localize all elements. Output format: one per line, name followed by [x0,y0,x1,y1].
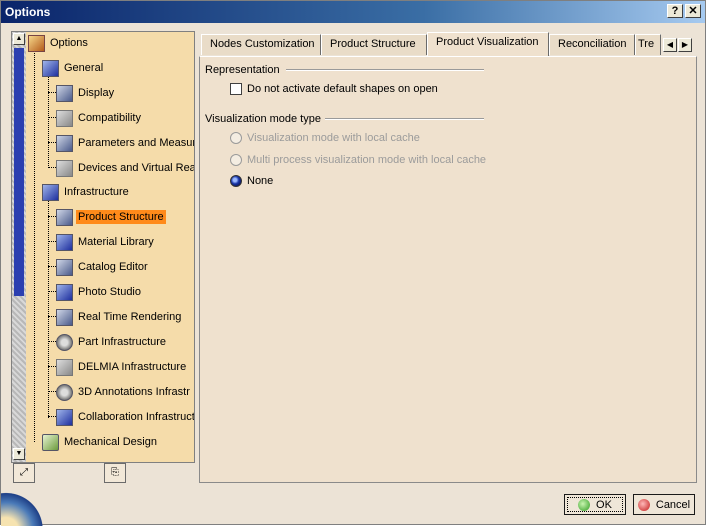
scroll-down-icon[interactable]: ▼ [13,448,25,460]
tree-item-parameters[interactable]: Parameters and Measure [56,134,194,152]
tree-item-display[interactable]: Display [56,84,116,102]
catalog-editor-icon [56,258,73,276]
radio-dot[interactable] [230,154,242,166]
title-bar: Options ? ✕ [1,1,705,23]
tree-item-compatibility[interactable]: Compatibility [56,109,143,127]
display-icon [56,84,73,102]
general-icon [42,59,59,77]
tab-reconciliation[interactable]: Reconciliation [549,34,635,55]
collaboration-icon [56,408,73,426]
tree-tool-button-2[interactable]: ⎘ [104,463,126,483]
scroll-up-icon[interactable]: ▲ [13,33,25,45]
tree-item-general[interactable]: General [42,59,105,77]
tree-item-3d-annotations[interactable]: 3D Annotations Infrastr [56,383,192,401]
compatibility-icon [56,109,73,127]
tree-item-options[interactable]: Options [28,34,90,52]
parameters-icon [56,134,73,152]
expand-tree-icon: ⤢ [20,467,28,478]
representation-title: Representation [205,64,280,76]
delmia-icon [56,358,73,376]
ok-button[interactable]: OK [564,494,626,515]
tree-item-product-structure[interactable]: Product Structure [56,208,166,226]
tree-item-part-infrastructure[interactable]: Part Infrastructure [56,333,168,351]
tree-item-infrastructure[interactable]: Infrastructure [42,183,131,201]
tab-tree-partial[interactable]: Tre [635,34,661,55]
devices-icon [56,159,73,177]
radio-local-cache[interactable]: Visualization mode with local cache [230,132,420,144]
tree-item-devices[interactable]: Devices and Virtual Reali [56,159,194,177]
tree-item-photo-studio[interactable]: Photo Studio [56,283,143,301]
tree-item-real-time-rendering[interactable]: Real Time Rendering [56,308,183,326]
tree-item-catalog-editor[interactable]: Catalog Editor [56,258,150,276]
tab-product-visualization[interactable]: Product Visualization [427,32,549,56]
infrastructure-icon [42,183,59,201]
part-infrastructure-icon [56,333,73,351]
visualization-mode-title: Visualization mode type [205,113,321,125]
reset-options-icon: ⎘ [111,467,119,478]
tree-item-delmia[interactable]: DELMIA Infrastructure [56,358,188,376]
radio-dot[interactable] [230,132,242,144]
tab-strip: Nodes Customization Product Structure Pr… [199,32,697,56]
tree-tool-button-1[interactable]: ⤢ [13,463,35,483]
tab-content-area: Representation Do not activate default s… [199,56,697,483]
photo-studio-icon [56,283,73,301]
focus-rect [567,497,623,512]
options-tree: ▲ ▼ Options General Display Compatibilit… [11,31,195,463]
options-dialog: Options ? ✕ ▲ ▼ Options General Display … [0,0,706,526]
real-time-rendering-icon [56,308,73,326]
radio-none[interactable]: None [230,175,273,187]
do-not-activate-shapes-checkbox[interactable]: Do not activate default shapes on open [230,83,438,95]
tree-item-material-library[interactable]: Material Library [56,233,156,251]
radio-dot[interactable] [230,175,242,187]
product-structure-icon [56,208,73,226]
options-root-icon [28,34,45,52]
material-library-icon [56,233,73,251]
tab-product-structure[interactable]: Product Structure [321,34,427,55]
help-button[interactable]: ? [667,4,683,18]
tree-item-mechanical-design[interactable]: Mechanical Design [42,433,159,451]
radio-multi-process[interactable]: Multi process visualization mode with lo… [230,154,486,166]
mechanical-design-icon [42,433,59,451]
tab-nodes-customization[interactable]: Nodes Customization [201,34,321,55]
cancel-icon [637,498,650,511]
visualization-divider [325,118,484,120]
representation-divider [286,69,484,71]
scroll-thumb[interactable] [14,48,24,296]
tree-scrollbar[interactable]: ▲ ▼ [12,32,26,462]
annotations-icon [56,383,73,401]
tab-scroll-left-icon[interactable]: ◀ [663,38,677,52]
tab-scroll-right-icon[interactable]: ▶ [678,38,692,52]
window-title: Options [5,5,51,19]
checkbox-box[interactable] [230,83,242,95]
app-logo-globe [1,489,51,526]
close-button[interactable]: ✕ [685,4,701,18]
tree-item-collaboration[interactable]: Collaboration Infrastruct [56,408,194,426]
cancel-button[interactable]: Cancel [633,494,695,515]
